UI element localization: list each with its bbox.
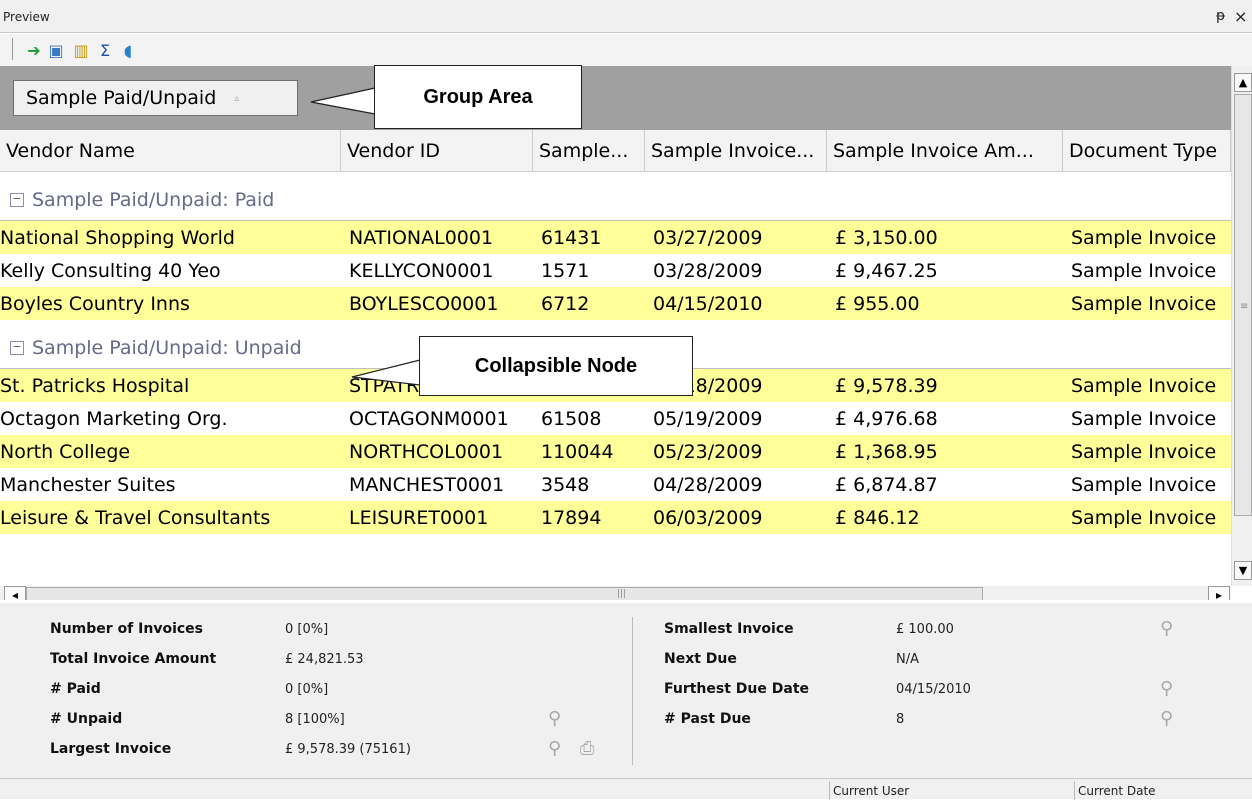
group-area-callout-arrow — [310, 87, 376, 115]
callout-arrows — [310, 87, 421, 386]
collapsible-node-callout: Collapsible Node — [419, 336, 693, 396]
group-area-callout: Group Area — [374, 65, 582, 129]
collapsible-node-callout-arrow — [351, 359, 421, 386]
